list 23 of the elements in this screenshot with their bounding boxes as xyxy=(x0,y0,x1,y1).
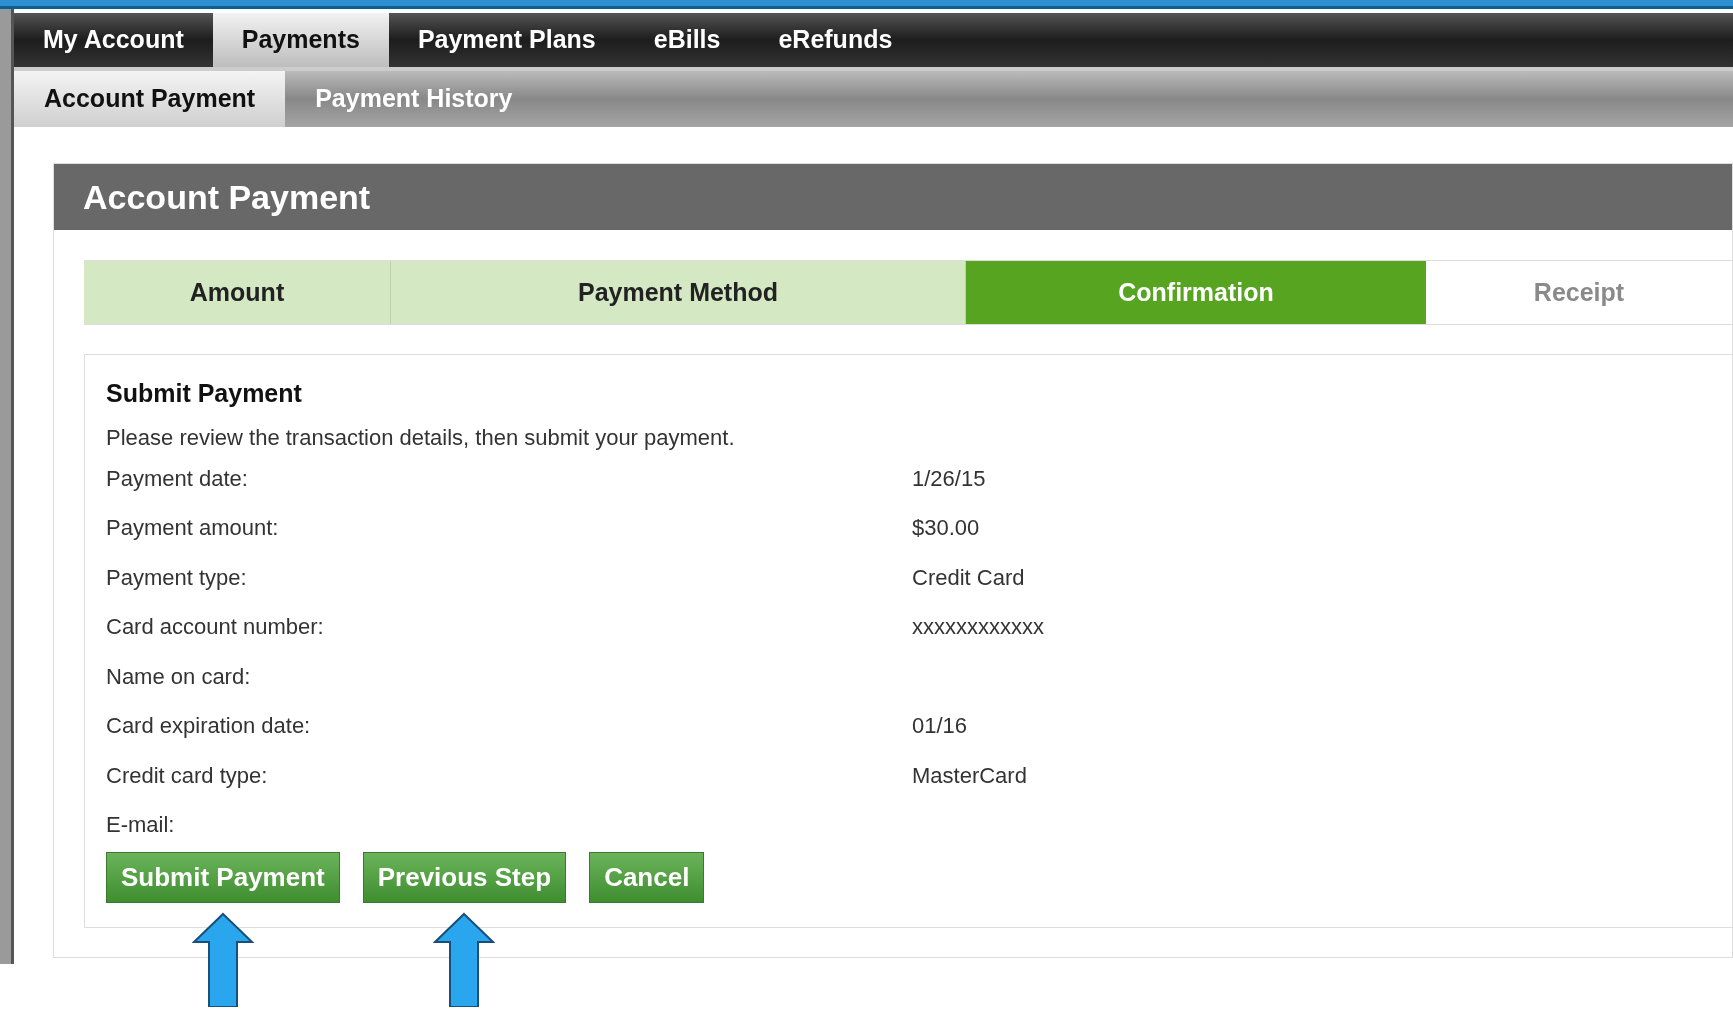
detail-label: Card expiration date: xyxy=(106,712,312,741)
detail-label: E-mail: xyxy=(106,811,176,840)
detail-label: Name on card: xyxy=(106,662,252,691)
nav-tab[interactable]: eBills xyxy=(624,13,750,67)
sub-nav-tab[interactable]: Account Payment xyxy=(14,71,286,127)
detail-value: Credit Card xyxy=(912,563,1025,592)
nav-tab[interactable]: eRefunds xyxy=(749,13,922,67)
nav-tab[interactable]: Payment Plans xyxy=(388,13,625,67)
detail-label: Payment date: xyxy=(106,464,249,493)
detail-value: MasterCard xyxy=(912,761,1027,790)
section-heading: Submit Payment xyxy=(106,378,303,409)
nav-tab[interactable]: My Account xyxy=(14,13,213,67)
detail-label: Card account number: xyxy=(106,613,325,642)
detail-value: 01/16 xyxy=(912,712,968,741)
detail-value: $30.00 xyxy=(912,514,980,543)
detail-label: Payment amount: xyxy=(106,514,280,543)
panel-title: Account Payment xyxy=(83,176,371,218)
intro-text: Please review the transaction details, then submit your payment. xyxy=(106,423,736,452)
detail-label: Credit card type: xyxy=(106,761,269,790)
detail-label: Payment type: xyxy=(106,563,248,592)
detail-value: 1/26/15 xyxy=(912,464,986,493)
detail-value: xxxxxxxxxxxx xyxy=(912,613,1044,642)
nav-tab[interactable]: Payments xyxy=(212,13,389,67)
